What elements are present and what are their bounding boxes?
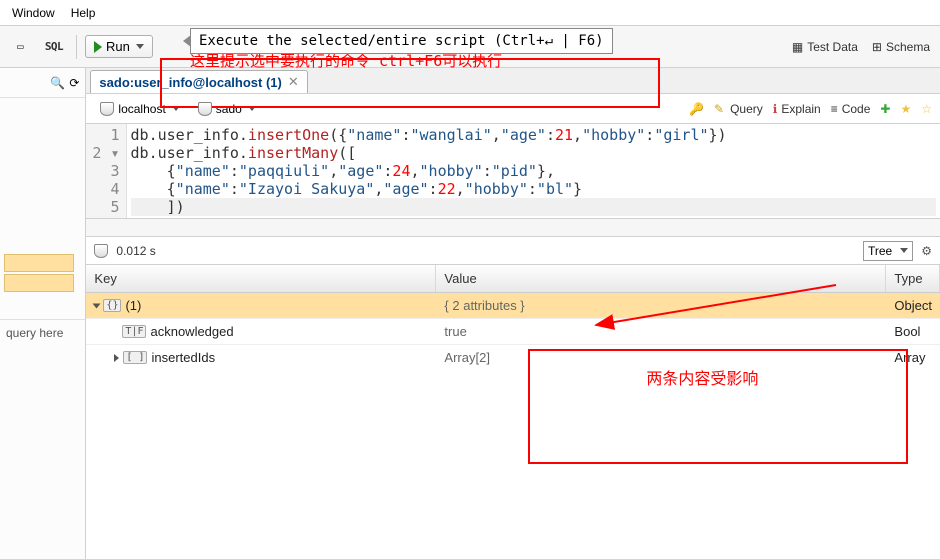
code-label: Code — [842, 102, 871, 116]
cell-value: { 2 attributes } — [436, 293, 886, 318]
toolbar-right: ▦ Test Data ⊞ Schema — [792, 40, 930, 54]
schema-button[interactable]: ⊞ Schema — [872, 40, 930, 54]
chevron-down-icon[interactable] — [136, 44, 144, 49]
editor-tab[interactable]: sado:user_info@localhost (1) ✕ — [90, 70, 307, 93]
db-label: sado — [216, 102, 242, 116]
explain-label: Explain — [781, 102, 820, 116]
chevron-down-icon — [248, 106, 256, 111]
header-type[interactable]: Type — [886, 265, 940, 292]
cell-value: true — [436, 319, 886, 344]
cell-key: insertedIds — [151, 350, 215, 365]
grid-row[interactable]: [ ]insertedIds Array[2] Array — [86, 345, 940, 370]
database-icon — [100, 102, 114, 116]
header-value[interactable]: Value — [436, 265, 886, 292]
sidebar: 🔍 ⟳ query here — [0, 68, 86, 559]
star-outline-icon[interactable]: ☆ — [921, 102, 932, 116]
search-icon[interactable]: 🔍 — [50, 76, 65, 90]
database-icon — [198, 102, 212, 116]
schema-icon: ⊞ — [872, 40, 882, 54]
schema-label: Schema — [886, 40, 930, 54]
cell-type: Bool — [886, 319, 940, 344]
tab-bar: sado:user_info@localhost (1) ✕ — [86, 68, 940, 94]
cell-key: (1) — [125, 298, 141, 313]
close-icon[interactable]: ✕ — [288, 74, 299, 90]
expand-icon[interactable] — [93, 303, 101, 308]
tree-item[interactable] — [4, 274, 74, 292]
play-icon — [94, 41, 102, 53]
gear-icon[interactable]: ⚙ — [921, 244, 932, 258]
menu-window[interactable]: Window — [4, 2, 63, 24]
query-button[interactable]: Query — [714, 102, 763, 116]
star-icon[interactable]: ★ — [900, 102, 911, 116]
tree-item[interactable] — [4, 254, 74, 272]
expand-icon[interactable] — [114, 354, 119, 362]
result-toolbar: 0.012 s Tree ⚙ — [86, 237, 940, 265]
top-toolbar: ▭ SQL Run Execute the selected/entire sc… — [0, 26, 940, 68]
header-key[interactable]: Key — [86, 265, 436, 292]
menu-bar: Window Help — [0, 0, 940, 26]
host-selector[interactable]: localhost — [94, 100, 185, 118]
gutter: 12 ▾345 — [86, 124, 126, 218]
run-button-group: Run — [85, 35, 153, 58]
code-editor[interactable]: 12 ▾345 db.user_info.insertOne({"name":"… — [86, 124, 940, 219]
key-icon[interactable]: 🔑 — [689, 102, 704, 116]
database-icon — [94, 244, 108, 258]
chevron-down-icon — [900, 248, 908, 253]
code-icon: ≡ — [831, 102, 838, 116]
cell-key: acknowledged — [150, 324, 233, 339]
annotation-text-2: 两条内容受影响 — [646, 365, 758, 389]
connection-bar: localhost sado 🔑 Query ℹExplain ≡Code ✚ … — [86, 94, 940, 124]
code-area[interactable]: db.user_info.insertOne({"name":"wanglai"… — [127, 124, 940, 218]
code-button[interactable]: ≡ Code — [831, 102, 871, 116]
sidebar-tree[interactable] — [0, 98, 85, 319]
refresh-icon[interactable]: ⟳ — [69, 76, 79, 90]
test-data-icon: ▦ — [792, 40, 803, 54]
object-badge: {} — [103, 299, 121, 312]
explain-button[interactable]: ℹExplain — [773, 102, 821, 116]
query-label: Query — [730, 102, 763, 116]
question-icon: ℹ — [773, 102, 778, 116]
array-badge: [ ] — [123, 351, 147, 364]
splitter[interactable] — [86, 219, 940, 237]
query-hint: query here — [0, 319, 85, 346]
view-label: Tree — [868, 244, 892, 258]
sidebar-toolbar: 🔍 ⟳ — [0, 68, 85, 98]
tab-title: sado:user_info@localhost (1) — [99, 75, 281, 90]
grid-header: Key Value Type — [86, 265, 940, 293]
main-panel: sado:user_info@localhost (1) ✕ localhost… — [86, 68, 940, 559]
db-selector[interactable]: sado — [192, 100, 262, 118]
chevron-down-icon — [172, 106, 180, 111]
result-grid: Key Value Type {} (1) { 2 attributes } Ob… — [86, 265, 940, 559]
cell-type: Object — [886, 293, 940, 318]
host-label: localhost — [118, 102, 165, 116]
grid-row[interactable]: {} (1) { 2 attributes } Object — [86, 293, 940, 319]
terminal-icon[interactable]: ▭ — [6, 33, 34, 61]
test-data-button[interactable]: ▦ Test Data — [792, 40, 858, 54]
menu-help[interactable]: Help — [63, 2, 104, 24]
cell-type: Array — [886, 345, 940, 370]
exec-time: 0.012 s — [116, 244, 155, 258]
toolbar-separator — [76, 35, 77, 59]
run-tooltip: Execute the selected/entire script (Ctrl… — [190, 28, 613, 54]
run-button[interactable]: Run — [85, 35, 153, 58]
test-data-label: Test Data — [807, 40, 858, 54]
add-icon[interactable]: ✚ — [880, 102, 890, 116]
run-label: Run — [106, 39, 130, 54]
sql-icon[interactable]: SQL — [40, 33, 68, 61]
bool-badge: T|F — [122, 325, 146, 338]
grid-row[interactable]: T|F acknowledged true Bool — [86, 319, 940, 345]
view-selector[interactable]: Tree — [863, 241, 913, 261]
